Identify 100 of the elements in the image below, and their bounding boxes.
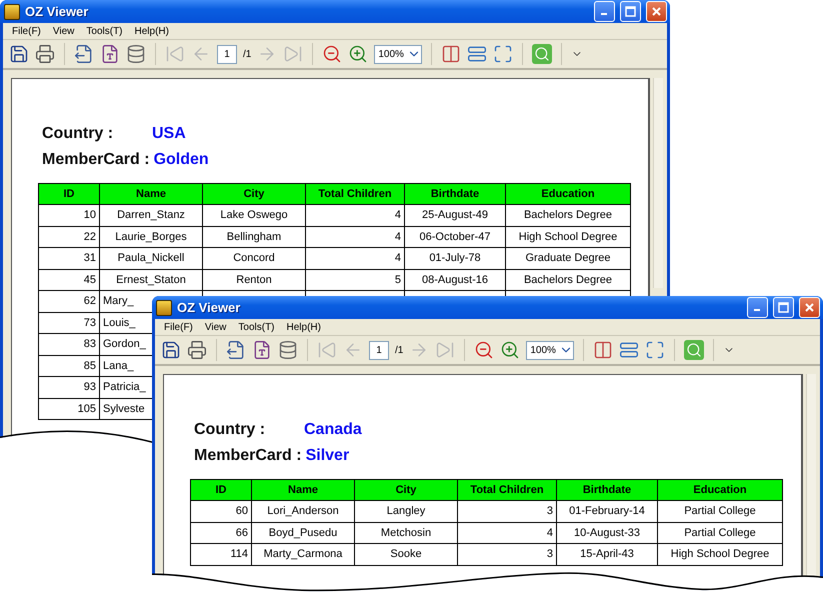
- print-icon[interactable]: [187, 340, 207, 360]
- search-icon[interactable]: [684, 340, 704, 360]
- maximize-button[interactable]: [620, 1, 641, 22]
- column-header: Name: [100, 184, 202, 204]
- table-cell: 105: [38, 398, 100, 420]
- zoom-select[interactable]: 100%: [526, 340, 574, 360]
- fit-width-icon[interactable]: [619, 340, 640, 360]
- country-value: USA: [152, 125, 186, 143]
- table-cell: 01-July-78: [404, 248, 506, 269]
- table-cell: 01-February-14: [556, 500, 658, 522]
- table-cell: 4: [306, 248, 404, 269]
- close-icon: [804, 302, 815, 313]
- table-cell: Lori_Anderson: [252, 500, 354, 522]
- table-cell: Metchosin: [354, 522, 458, 544]
- column-header: ID: [38, 184, 100, 204]
- table-cell: 66: [190, 522, 252, 544]
- table-cell: 93: [38, 376, 100, 398]
- table-cell: 114: [190, 544, 252, 565]
- table-cell: 31: [38, 248, 100, 269]
- minimize-button[interactable]: [747, 297, 768, 318]
- table-cell: Paula_Nickell: [100, 248, 202, 269]
- save-icon[interactable]: [161, 340, 181, 360]
- column-header: Education: [506, 184, 630, 204]
- menu-item[interactable]: View: [200, 322, 232, 332]
- membercard-value: Silver: [306, 447, 350, 465]
- table-cell: High School Degree: [506, 226, 630, 248]
- menu-item[interactable]: File(F): [159, 322, 198, 332]
- maximize-icon: [625, 6, 636, 17]
- close-button[interactable]: [799, 297, 820, 318]
- table-cell: Bachelors Degree: [506, 204, 630, 226]
- database-icon[interactable]: [126, 44, 146, 64]
- zoom-out-icon[interactable]: [474, 340, 494, 360]
- text-document-icon[interactable]: [252, 340, 272, 360]
- table-cell: Lake Oswego: [202, 204, 306, 226]
- minimize-button[interactable]: [594, 1, 615, 22]
- fit-page-icon[interactable]: [645, 340, 666, 360]
- print-icon[interactable]: [35, 44, 55, 64]
- table-cell: 22: [38, 226, 100, 248]
- menu-item[interactable]: File(F): [7, 26, 46, 36]
- close-icon: [651, 6, 662, 17]
- table-cell: Graduate Degree: [506, 248, 630, 269]
- text-document-icon[interactable]: [100, 44, 120, 64]
- column-header: City: [202, 184, 306, 204]
- menu-item[interactable]: Help(H): [282, 322, 326, 332]
- save-icon[interactable]: [9, 44, 29, 64]
- page-field[interactable]: 1: [217, 44, 237, 64]
- membercard-label: MemberCard :: [194, 447, 302, 465]
- fit-width-icon[interactable]: [467, 44, 488, 64]
- table-cell: 08-August-16: [404, 269, 506, 290]
- table-cell: Concord: [202, 248, 306, 269]
- export-icon[interactable]: [74, 44, 94, 64]
- table-cell: 4: [306, 226, 404, 248]
- table-cell: Partial College: [658, 522, 782, 544]
- table-cell: 62: [38, 290, 100, 312]
- scrollbar[interactable]: [653, 78, 663, 288]
- membercard-value: Golden: [154, 151, 209, 169]
- table-cell: 06-October-47: [404, 226, 506, 248]
- country-label: Country :: [42, 125, 114, 143]
- table-cell: 73: [38, 312, 100, 334]
- close-button[interactable]: [646, 1, 667, 22]
- table-cell: Bellingham: [202, 226, 306, 248]
- table-cell: Partial College: [658, 500, 782, 522]
- column-header: ID: [190, 480, 252, 500]
- membercard-label: MemberCard :: [42, 151, 150, 169]
- search-icon[interactable]: [532, 44, 552, 64]
- table-cell: 4: [458, 522, 556, 544]
- table-cell: High School Degree: [658, 544, 782, 565]
- database-icon[interactable]: [278, 340, 298, 360]
- table-cell: Darren_Stanz: [100, 204, 202, 226]
- zoom-in-icon[interactable]: [500, 340, 520, 360]
- column-header: Birthdate: [556, 480, 658, 500]
- app-icon: [156, 300, 172, 316]
- table-cell: 45: [38, 269, 100, 290]
- country-label: Country :: [194, 421, 266, 439]
- maximize-button[interactable]: [773, 297, 794, 318]
- table-cell: 3: [458, 544, 556, 565]
- menu-item[interactable]: View: [48, 26, 80, 36]
- table-cell: 5: [306, 269, 404, 290]
- page-layout-icon[interactable]: [593, 340, 614, 360]
- menu-item[interactable]: Tools(T): [81, 26, 128, 36]
- menu-item[interactable]: Help(H): [130, 26, 174, 36]
- zoom-out-icon[interactable]: [322, 44, 342, 64]
- table-cell: Boyd_Pusedu: [252, 522, 354, 544]
- table-cell: 10-August-33: [556, 522, 658, 544]
- table-cell: 85: [38, 355, 100, 376]
- zoom-in-icon[interactable]: [348, 44, 368, 64]
- table-cell: 10: [38, 204, 100, 226]
- export-icon[interactable]: [226, 340, 246, 360]
- column-header: City: [354, 480, 458, 500]
- column-header: Birthdate: [404, 184, 506, 204]
- fit-page-icon[interactable]: [493, 44, 514, 64]
- table-cell: Langley: [354, 500, 458, 522]
- table-cell: Ernest_Staton: [100, 269, 202, 290]
- maximize-icon: [778, 302, 789, 313]
- zoom-select[interactable]: 100%: [374, 44, 422, 64]
- menu-item[interactable]: Tools(T): [233, 322, 280, 332]
- table-cell: Marty_Carmona: [252, 544, 354, 565]
- page-count: /1: [395, 344, 404, 356]
- page-field[interactable]: 1: [369, 340, 389, 360]
- page-layout-icon[interactable]: [441, 44, 462, 64]
